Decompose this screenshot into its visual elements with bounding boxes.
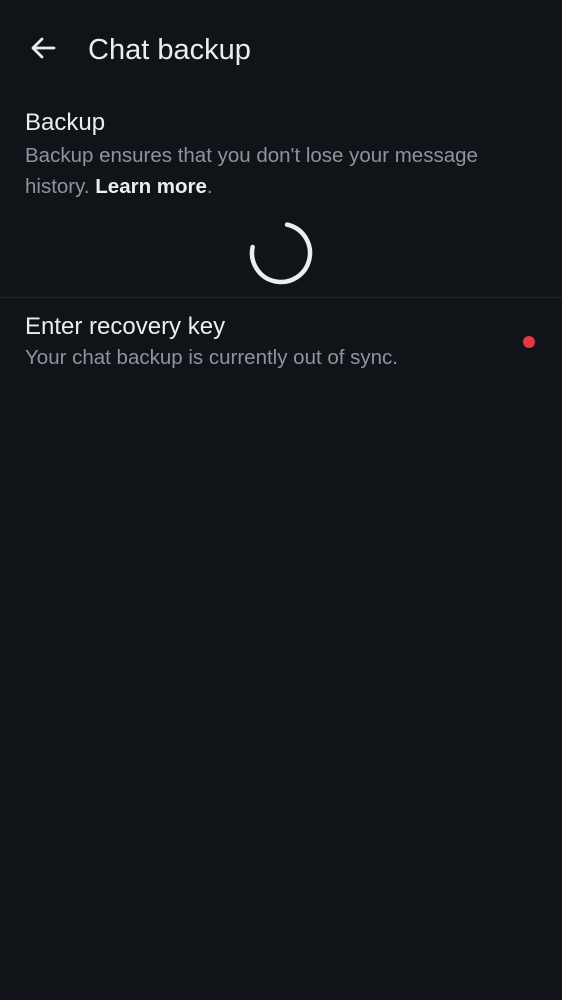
back-button[interactable] [18,25,68,75]
recovery-key-description: Your chat backup is currently out of syn… [25,346,398,369]
spinner-icon [247,219,315,287]
chat-backup-screen: Chat backup Backup Backup ensures that y… [0,0,562,1000]
backup-description: Backup ensures that you don't lose your … [25,140,535,202]
backup-description-text: Backup ensures that you don't lose your … [25,144,478,198]
backup-title: Backup [25,109,106,136]
backup-section: Backup Backup ensures that you don't los… [25,108,535,202]
top-app-bar: Chat backup [0,0,562,100]
page-title: Chat backup [88,34,251,66]
alert-dot-icon [523,336,535,348]
learn-more-link[interactable]: Learn more [95,175,207,198]
description-period: . [206,175,213,198]
recovery-key-title: Enter recovery key [25,313,226,340]
enter-recovery-key-item[interactable]: Enter recovery key Your chat backup is c… [0,298,562,386]
arrow-left-icon [29,34,57,67]
